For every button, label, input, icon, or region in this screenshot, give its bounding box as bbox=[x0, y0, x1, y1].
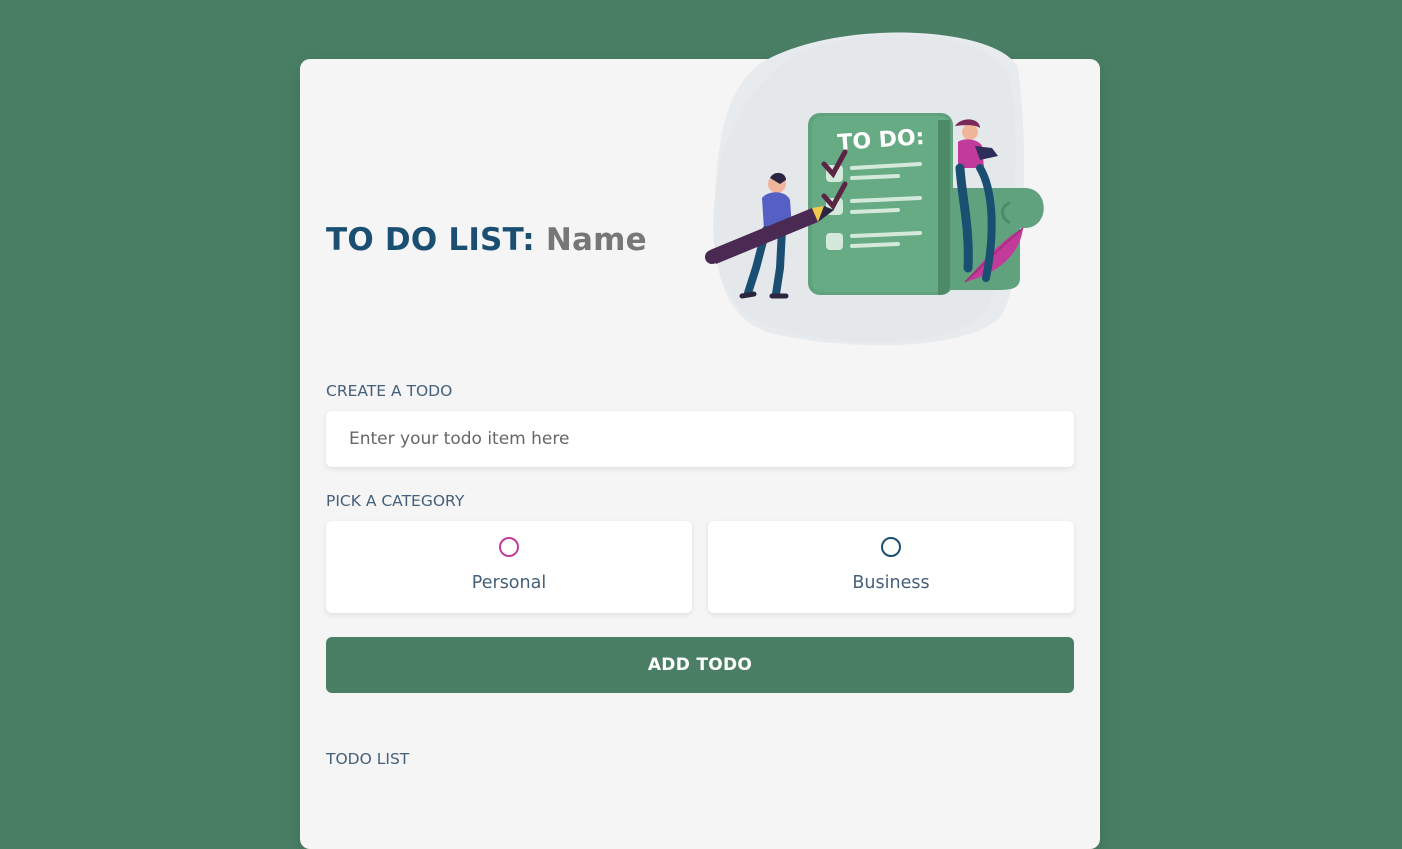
page-title: TO DO LIST: Name bbox=[326, 222, 647, 258]
create-todo-label: CREATE A TODO bbox=[326, 382, 453, 400]
business-radio[interactable] bbox=[881, 537, 901, 557]
category-personal-option[interactable]: Personal bbox=[326, 521, 692, 613]
title-prefix: TO DO LIST: bbox=[326, 222, 535, 258]
todo-illustration: TO DO: bbox=[705, 32, 1044, 346]
category-business-option[interactable]: Business bbox=[708, 521, 1074, 613]
user-name: Name bbox=[545, 222, 647, 258]
todo-input[interactable] bbox=[326, 411, 1074, 467]
pick-category-label: PICK A CATEGORY bbox=[326, 492, 465, 510]
todo-list-label: TODO LIST bbox=[326, 750, 410, 768]
personal-radio[interactable] bbox=[499, 537, 519, 557]
category-personal-label: Personal bbox=[471, 573, 547, 593]
add-todo-button[interactable]: ADD TODO bbox=[326, 637, 1074, 693]
category-business-label: Business bbox=[852, 573, 930, 593]
